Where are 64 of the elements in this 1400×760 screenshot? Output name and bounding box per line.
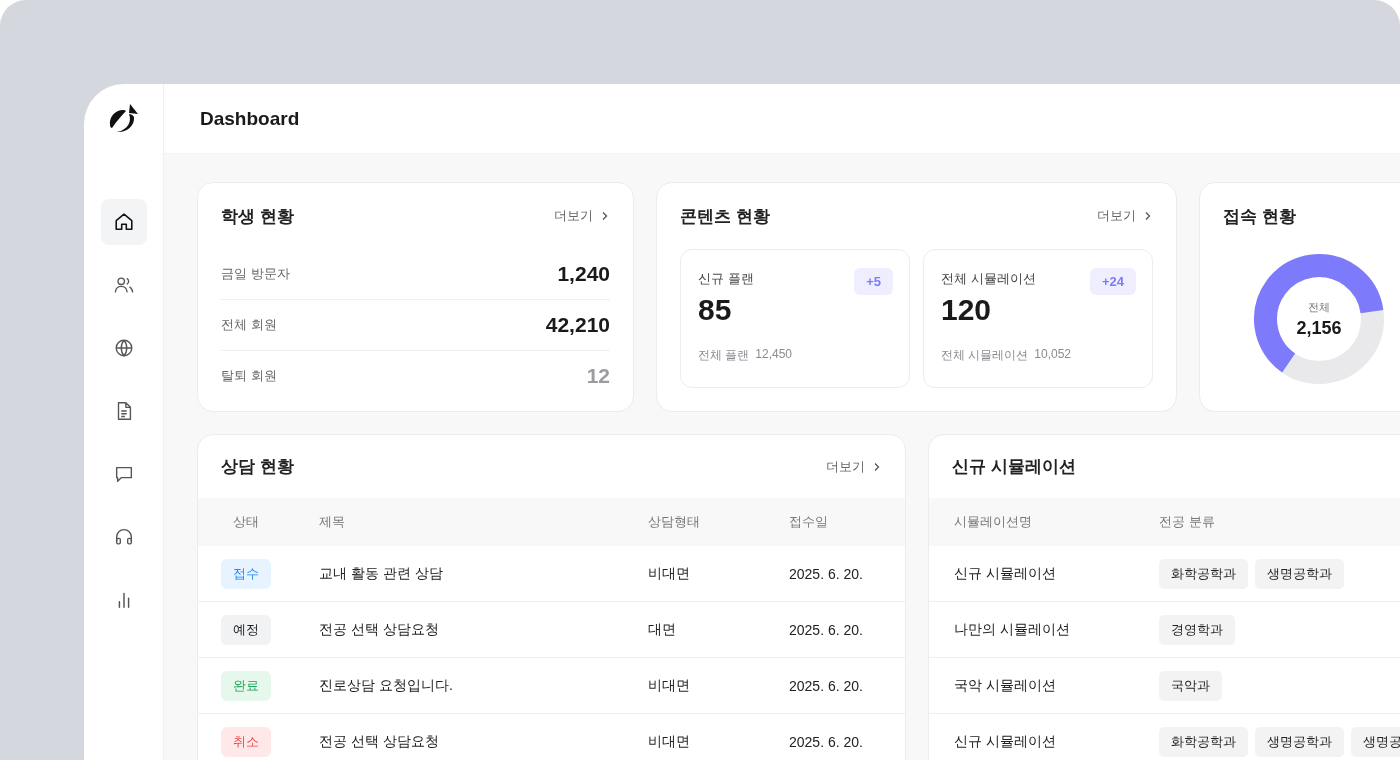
status-badge: 접수 — [221, 558, 271, 589]
stat-value: 42,210 — [545, 313, 610, 337]
stat-label: 전체 회원 — [221, 316, 277, 334]
total-value: 10,052 — [1034, 347, 1072, 363]
donut-value: 2,156 — [1296, 317, 1342, 339]
column-header: 전공 분류 — [1159, 513, 1215, 531]
major-tag: 국악과 — [1159, 670, 1222, 701]
chevron-icon — [872, 461, 882, 472]
card-title: 상담 현황 — [221, 456, 294, 478]
card-title: 접속 현황 — [1223, 205, 1296, 228]
stat-label: 신규 플랜 — [698, 270, 754, 288]
stat-value: 1,240 — [557, 262, 610, 286]
column-header: 시뮬레이션명 — [954, 513, 1033, 531]
delta-badge: +24 — [1089, 268, 1136, 295]
table-cell-text: 비대면 — [648, 732, 691, 751]
more-link[interactable]: 더보기 — [826, 457, 882, 476]
total-label: 전체 시뮬레이션 — [941, 347, 1029, 364]
table-cell-text: 대면 — [648, 620, 677, 639]
table-cell-text: 국악 시뮬레이션 — [954, 676, 1057, 695]
column-header: 제목 — [319, 513, 346, 531]
chevron-icon — [600, 211, 610, 221]
column-header: 접수일 — [789, 513, 828, 531]
table-cell-text: 교내 활동 관련 상담 — [319, 564, 444, 583]
column-header: 상태 — [232, 513, 260, 531]
major-tag: 화학공학과 — [1159, 726, 1248, 757]
table-cell-text: 신규 시뮬레이션 — [954, 564, 1057, 583]
more-link[interactable]: 더보기 — [1097, 207, 1153, 225]
stat-value: 85 — [698, 293, 733, 327]
major-tag: 경영학과 — [1159, 614, 1235, 645]
total-label: 전체 플랜 — [698, 347, 750, 364]
delta-badge: +5 — [854, 268, 893, 295]
card-title: 콘텐츠 현황 — [680, 205, 770, 228]
table-cell: 2025. 6. 20. — [789, 621, 863, 638]
major-tag: 생명공학과 — [1255, 558, 1344, 589]
card-title: 신규 시뮬레이션 — [952, 456, 1076, 478]
table-cell-text: 신규 시뮬레이션 — [954, 732, 1057, 751]
home-icon — [112, 211, 135, 233]
status-badge: 취소 — [221, 726, 271, 757]
major-tag: 생명공학과 — [1255, 726, 1344, 757]
table-cell: 2025. 6. 20. — [789, 677, 863, 694]
status-badge: 예정 — [221, 614, 271, 645]
status-badge: 완료 — [221, 670, 271, 701]
stat-label: 탈퇴 회원 — [221, 367, 277, 385]
table-cell-text: 진로상담 요청입니다. — [319, 676, 454, 695]
stat-label: 전체 시뮬레이션 — [941, 270, 1036, 288]
major-tag: 화학공학과 — [1159, 558, 1248, 589]
card-title: 학생 현황 — [221, 205, 294, 228]
stat-value: 120 — [941, 293, 993, 327]
table-cell-text: 전공 선택 상담요청 — [319, 732, 440, 751]
total-value: 12,450 — [755, 347, 793, 363]
table-cell-text: 전공 선택 상담요청 — [319, 620, 440, 639]
table-cell-text: 나만의 시뮬레이션 — [954, 620, 1071, 639]
chevron-icon — [1143, 211, 1153, 221]
page-title: Dashboard — [200, 107, 300, 130]
more-link[interactable]: 더보기 — [554, 207, 610, 225]
table-cell-text: 비대면 — [648, 564, 691, 583]
column-header: 상담형태 — [648, 513, 701, 531]
stat-label: 금일 방문자 — [221, 265, 290, 283]
sidebar-item[interactable] — [100, 199, 147, 245]
table-cell: 2025. 6. 20. — [789, 565, 863, 582]
stat-value: 12 — [586, 364, 610, 388]
table-cell: 2025. 6. 20. — [789, 733, 863, 750]
table-cell-text: 비대면 — [648, 676, 691, 695]
donut-label: 전체 — [1308, 299, 1330, 315]
